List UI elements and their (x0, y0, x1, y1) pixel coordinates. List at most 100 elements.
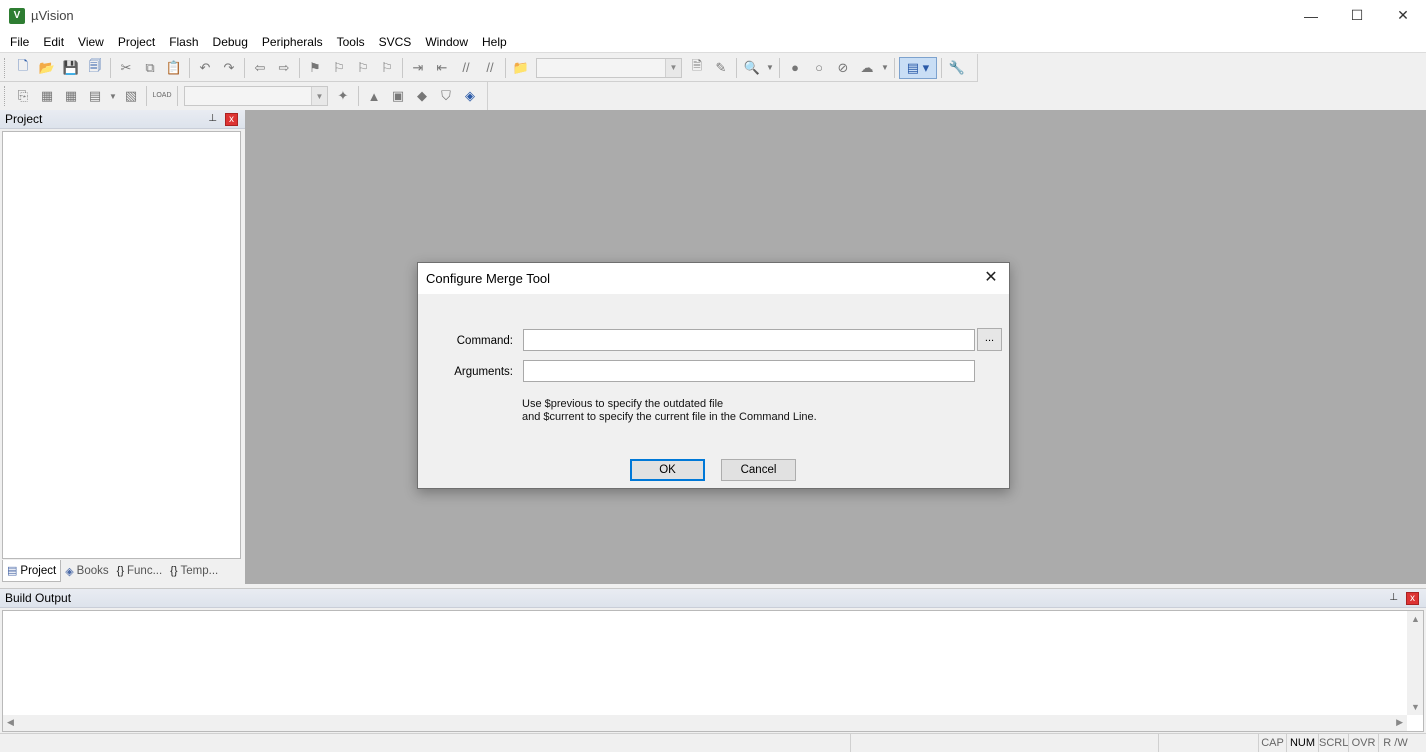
navigate-back-icon[interactable]: ⇦ (249, 57, 271, 79)
menu-help[interactable]: Help (475, 31, 514, 53)
stop-build-icon[interactable]: ▧ (120, 85, 142, 107)
close-icon[interactable]: ✕ (981, 268, 1001, 288)
menu-window[interactable]: Window (418, 31, 475, 53)
menu-tools[interactable]: Tools (330, 31, 372, 53)
breakpoint-icon[interactable]: ● (784, 57, 806, 79)
indent-icon[interactable]: ⇥ (407, 57, 429, 79)
window-layout-icon[interactable]: ▤ ▾ (899, 56, 937, 79)
menu-view[interactable]: View (71, 31, 111, 53)
navigate-forward-icon[interactable]: ⇨ (273, 57, 295, 79)
menu-debug[interactable]: Debug (206, 31, 255, 53)
tab-templates[interactable]: {} Temp... (166, 560, 222, 582)
pin-icon[interactable]: ⊥ (1389, 592, 1398, 603)
bookmark-icon[interactable]: ⚑ (304, 57, 326, 79)
toolbar-background (488, 82, 978, 110)
tab-label: Project (20, 564, 57, 577)
redo-icon[interactable]: ↷ (218, 57, 240, 79)
configure-icon[interactable]: ☁ (856, 57, 878, 79)
incremental-find-icon[interactable]: ✎ (710, 57, 732, 79)
target-options-icon[interactable]: ✦ (332, 85, 354, 107)
scroll-left-icon[interactable]: ◀ (7, 717, 14, 728)
pack-installer-icon[interactable]: ◈ (459, 85, 481, 107)
previous-bookmark-icon[interactable]: ⚐ (328, 57, 350, 79)
tab-books[interactable]: ◈ Books (61, 560, 112, 582)
target-combo[interactable]: ▼ (184, 86, 328, 106)
browse-button[interactable]: ... (977, 328, 1002, 351)
find-icon[interactable]: 🗎 (686, 57, 708, 79)
close-window-button[interactable]: ✕ (1380, 0, 1426, 31)
scroll-right-icon[interactable]: ▶ (1396, 717, 1403, 728)
help-line-1: Use $previous to specify the outdated fi… (522, 398, 724, 410)
menu-peripherals[interactable]: Peripherals (255, 31, 330, 53)
menu-edit[interactable]: Edit (36, 31, 71, 53)
build-output-text[interactable]: ▲ ▼ ◀ ▶ (2, 610, 1424, 732)
unindent-icon[interactable]: ⇤ (431, 57, 453, 79)
paste-icon[interactable]: 📋 (163, 57, 185, 79)
toolbar-separator (894, 57, 895, 78)
close-icon[interactable]: x (1406, 592, 1419, 605)
zoom-icon[interactable]: 🔍 (741, 57, 763, 79)
file-extensions-icon[interactable]: ▲ (363, 85, 385, 107)
scroll-down-icon[interactable]: ▼ (1411, 702, 1420, 712)
tab-functions[interactable]: {} Func... (113, 560, 167, 582)
clear-bookmarks-icon[interactable]: ⚐ (376, 57, 398, 79)
minimize-button[interactable]: — (1288, 0, 1334, 31)
manage-components-icon[interactable]: ▣ (387, 85, 409, 107)
translate-icon[interactable]: ⎘ (12, 85, 34, 107)
toolbar-separator (177, 86, 178, 106)
tab-label: Books (76, 565, 109, 577)
toolbar-separator (189, 57, 190, 78)
manage-environment-icon[interactable]: ⛉ (435, 85, 457, 107)
build-toolbar: ⎘ ▦ ▦ ▤ ▼ ▧ LOAD ▼ ✦ ▲ ▣ ◆ ⛉ ◈ (0, 82, 488, 110)
menu-file[interactable]: File (3, 31, 36, 53)
title-bar: V µVision — ☐ ✕ (0, 0, 1426, 31)
load-icon[interactable]: LOAD (151, 85, 173, 107)
kill-breakpoints-icon[interactable]: ⊘ (832, 57, 854, 79)
maximize-button[interactable]: ☐ (1334, 0, 1380, 31)
save-all-icon[interactable]: 🗐 (84, 57, 106, 79)
vertical-scrollbar[interactable]: ▲ ▼ (1407, 611, 1423, 715)
next-bookmark-icon[interactable]: ⚐ (352, 57, 374, 79)
horizontal-scrollbar[interactable]: ◀ ▶ (3, 715, 1407, 731)
find-combo[interactable]: ▼ (536, 57, 682, 78)
pin-icon[interactable]: ⊥ (208, 113, 217, 124)
chevron-down-icon[interactable]: ▼ (311, 87, 327, 105)
toolbar-grip[interactable] (4, 86, 7, 106)
toolbar-grip[interactable] (4, 57, 7, 78)
arguments-input[interactable] (523, 360, 975, 382)
scroll-up-icon[interactable]: ▲ (1411, 614, 1420, 624)
ok-button[interactable]: OK (630, 459, 705, 481)
wrench-icon[interactable]: 🔧 (946, 57, 968, 79)
comment-icon[interactable]: // (455, 57, 477, 79)
tab-project[interactable]: ▤ Project (2, 560, 62, 582)
open-file-icon[interactable]: 📂 (36, 57, 58, 79)
disable-breakpoint-icon[interactable]: ○ (808, 57, 830, 79)
uncomment-icon[interactable]: // (479, 57, 501, 79)
build-icon[interactable]: ▦ (36, 85, 58, 107)
menu-svcs[interactable]: SVCS (372, 31, 419, 53)
cut-icon[interactable]: ✂ (115, 57, 137, 79)
toolbar-separator (299, 57, 300, 78)
tab-label: Func... (127, 565, 163, 577)
new-file-icon[interactable]: 🗋 (12, 57, 34, 79)
batch-build-icon[interactable]: ▤ (84, 85, 106, 107)
menu-project[interactable]: Project (111, 31, 162, 53)
close-icon[interactable]: x (225, 113, 238, 126)
find-in-files-icon[interactable]: 📁 (510, 57, 532, 79)
menu-flash[interactable]: Flash (162, 31, 205, 53)
help-line-2: and $current to specify the current file… (522, 411, 817, 423)
command-input[interactable] (523, 329, 975, 351)
rebuild-icon[interactable]: ▦ (60, 85, 82, 107)
undo-icon[interactable]: ↶ (194, 57, 216, 79)
select-packs-icon[interactable]: ◆ (411, 85, 433, 107)
project-tree[interactable] (2, 131, 241, 559)
chevron-down-icon[interactable]: ▼ (665, 58, 681, 77)
chevron-down-icon[interactable]: ▼ (765, 57, 775, 79)
save-icon[interactable]: 💾 (60, 57, 82, 79)
chevron-down-icon[interactable]: ▼ (108, 85, 118, 107)
cancel-button[interactable]: Cancel (721, 459, 796, 481)
chevron-down-icon[interactable]: ▼ (880, 57, 890, 79)
toolbar-separator (244, 57, 245, 78)
project-pane: Project ⊥ x ▤ Project ◈ Books {} Func...… (0, 110, 245, 584)
copy-icon[interactable]: ⧉ (139, 57, 161, 79)
